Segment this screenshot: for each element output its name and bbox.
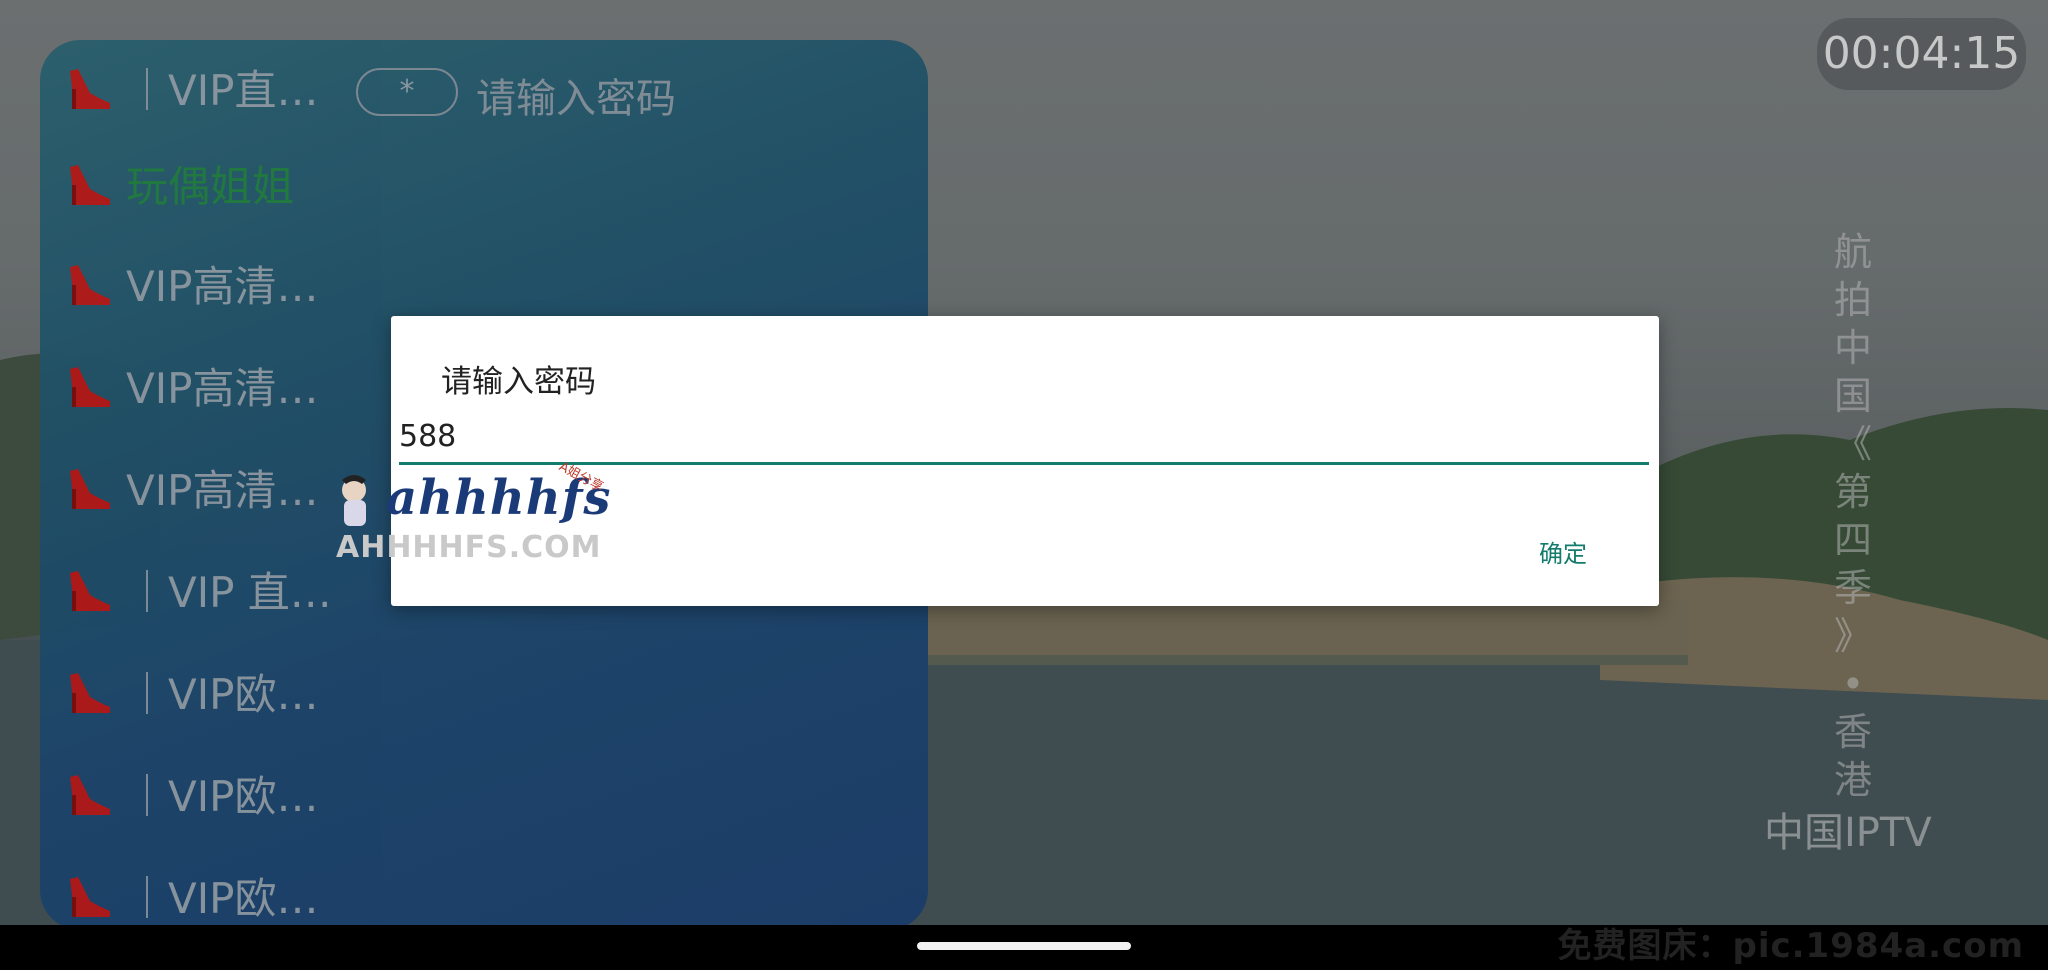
- channel-label: VIP高清…: [126, 261, 319, 311]
- channel-logo: 中国IPTV: [1764, 810, 1932, 856]
- channel-item[interactable]: VIP高清…: [60, 452, 318, 522]
- red-high-heel-icon: [70, 69, 110, 109]
- channel-item[interactable]: ｜VIP欧…: [60, 656, 318, 726]
- red-high-heel-icon: [70, 571, 110, 611]
- password-input[interactable]: [399, 414, 1649, 458]
- red-high-heel-icon: [70, 265, 110, 305]
- channel-label: ｜VIP欧…: [126, 873, 319, 923]
- site-logo-url: AHHHHFS.COM: [336, 530, 602, 565]
- red-high-heel-icon: [70, 165, 110, 205]
- input-underline: [399, 462, 1649, 465]
- red-high-heel-icon: [70, 877, 110, 917]
- password-pill[interactable]: *: [356, 68, 458, 116]
- channel-label: ｜VIP直…: [126, 65, 319, 115]
- red-high-heel-icon: [70, 367, 110, 407]
- channel-label: ｜VIP欧…: [126, 771, 319, 821]
- password-hint: 请输入密码: [476, 76, 676, 122]
- channel-label: ｜VIP欧…: [126, 669, 319, 719]
- channel-label: 玩偶姐姐: [126, 161, 295, 211]
- bottom-watermark: 免费图床：pic.1984a.com: [1557, 926, 2024, 966]
- channel-item[interactable]: ｜VIP欧…: [60, 758, 318, 828]
- red-high-heel-icon: [70, 469, 110, 509]
- channel-item[interactable]: ｜VIP欧…: [60, 860, 318, 930]
- video-caption-vertical: 航 拍 中 国 《 第 四 季 》 • 香 港: [1833, 230, 1872, 802]
- home-indicator[interactable]: [917, 942, 1131, 950]
- channel-item[interactable]: ｜VIP直…: [60, 52, 318, 122]
- red-high-heel-icon: [70, 673, 110, 713]
- channel-item[interactable]: ｜VIP 直…: [60, 554, 332, 624]
- channel-item[interactable]: VIP高清…: [60, 350, 318, 420]
- red-high-heel-icon: [70, 775, 110, 815]
- playback-clock: 00:04:15: [1817, 18, 2026, 90]
- channel-item[interactable]: VIP高清…: [60, 248, 318, 318]
- dialog-title: 请输入密码: [441, 364, 596, 400]
- channel-label: VIP高清…: [126, 363, 319, 413]
- confirm-button[interactable]: 确定: [1539, 534, 1587, 569]
- channel-label: VIP高清…: [126, 465, 319, 515]
- channel-item-active[interactable]: 玩偶姐姐: [60, 148, 294, 218]
- channel-label: ｜VIP 直…: [126, 567, 332, 617]
